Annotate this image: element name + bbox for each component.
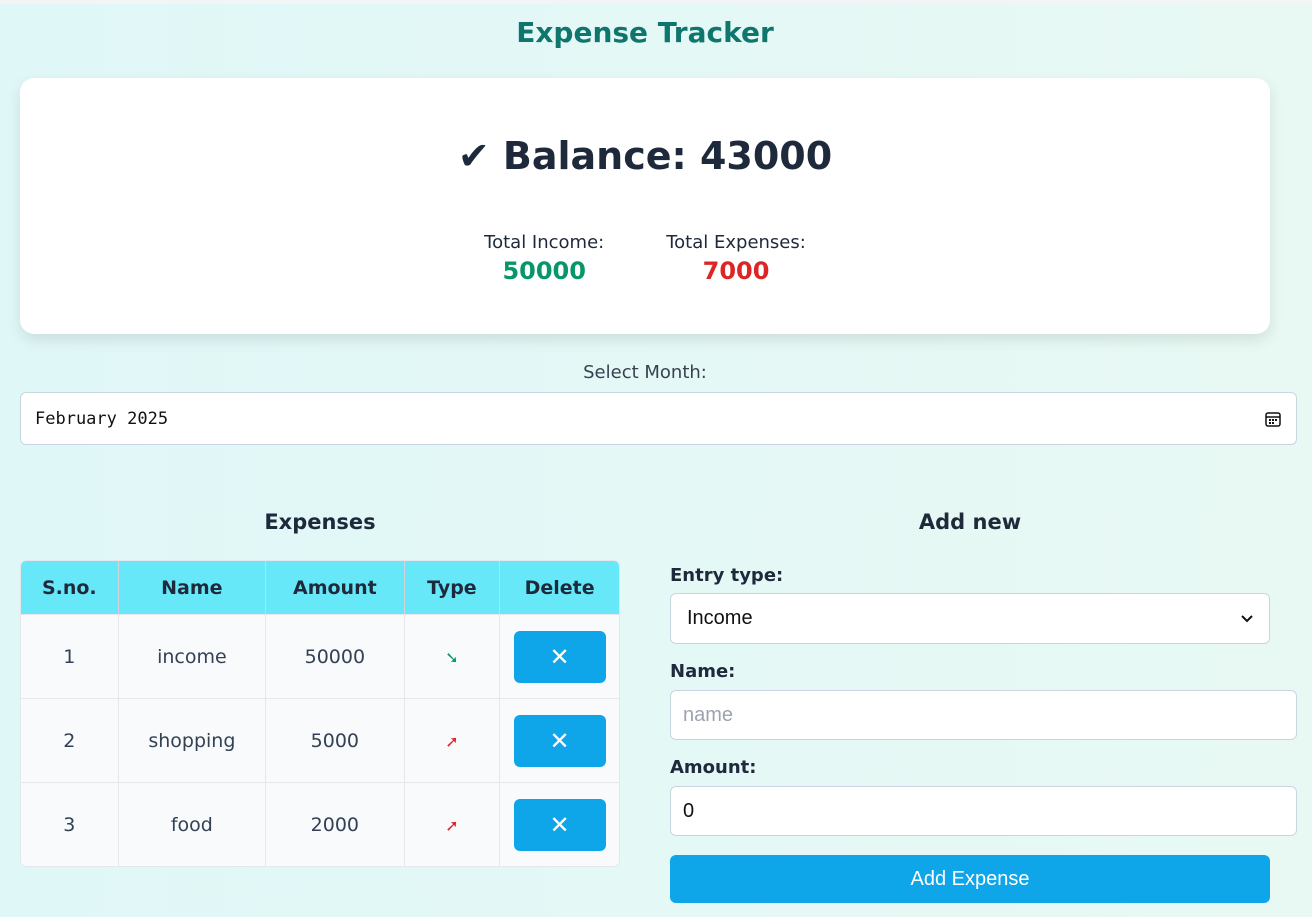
name-input[interactable]: name (670, 690, 1297, 740)
cell-sno: 2 (21, 698, 119, 782)
balance-card: ✔ Balance: 43000 Total Income: 50000 Tot… (20, 78, 1270, 334)
check-icon: ✔ (457, 134, 490, 178)
cell-type: ➚ (404, 698, 501, 782)
amount-value[interactable]: 0 (683, 800, 694, 823)
add-expense-button[interactable]: Add Expense (670, 855, 1270, 903)
total-income-value: 50000 (502, 257, 586, 285)
total-expenses-value: 7000 (702, 257, 770, 285)
cell-delete: ✕ (500, 698, 619, 782)
total-income: Total Income: 50000 (484, 232, 604, 285)
total-income-label: Total Income: (484, 232, 605, 253)
app-title: Expense Tracker (516, 16, 774, 49)
expenses-table: S.no. Name Amount Type Delete 1 income 5… (20, 560, 620, 867)
delete-button[interactable]: ✕ (513, 630, 606, 683)
col-sno: S.no. (21, 561, 119, 614)
cell-amount: 5000 (266, 698, 405, 782)
cell-amount: 50000 (266, 614, 405, 698)
col-delete: Delete (500, 561, 619, 614)
col-amount: Amount (266, 561, 405, 614)
add-new-heading: Add new (918, 510, 1022, 534)
cell-delete: ✕ (500, 782, 619, 866)
entry-type-value[interactable]: Income (687, 607, 1241, 630)
name-label: Name: (670, 661, 736, 682)
arrow-up-right-icon: ➚ (445, 815, 459, 835)
calendar-icon[interactable] (1264, 410, 1282, 428)
entry-type-select[interactable]: Income (670, 593, 1270, 644)
table-row: 3 food 2000 ➚ ✕ (21, 782, 619, 866)
amount-input[interactable]: 0 (670, 786, 1297, 836)
col-name: Name (118, 561, 267, 614)
cell-name: shopping (118, 698, 267, 782)
cell-delete: ✕ (500, 614, 619, 698)
top-border (0, 0, 1312, 4)
delete-button[interactable]: ✕ (513, 714, 606, 767)
cell-type: ➚ (404, 782, 501, 866)
total-expenses: Total Expenses: 7000 (666, 232, 806, 285)
total-expenses-label: Total Expenses: (666, 232, 806, 253)
balance-display: ✔ Balance: 43000 (20, 134, 1270, 178)
entry-type-label: Entry type: (670, 565, 784, 586)
cell-name: income (118, 614, 267, 698)
col-type: Type (404, 561, 501, 614)
month-picker[interactable]: February 2025 (20, 392, 1297, 445)
arrow-up-right-icon: ➚ (445, 731, 459, 751)
chevron-down-icon[interactable] (1241, 614, 1253, 623)
cell-sno: 3 (21, 782, 119, 866)
cell-type: ➘ (404, 614, 501, 698)
table-row: 1 income 50000 ➘ ✕ (21, 614, 619, 698)
expenses-heading: Expenses (264, 510, 376, 534)
cell-sno: 1 (21, 614, 119, 698)
month-label: Select Month: (583, 362, 707, 383)
balance-text: Balance: 43000 (502, 134, 833, 178)
totals: Total Income: 50000 Total Expenses: 7000 (20, 232, 1270, 285)
month-value[interactable]: February 2025 (35, 409, 1264, 429)
cell-name: food (118, 782, 267, 866)
cell-amount: 2000 (266, 782, 405, 866)
name-placeholder: name (683, 703, 734, 726)
arrow-down-right-icon: ➘ (445, 647, 459, 667)
table-header-row: S.no. Name Amount Type Delete (21, 561, 619, 614)
amount-label: Amount: (670, 757, 757, 778)
table-row: 2 shopping 5000 ➚ ✕ (21, 698, 619, 782)
delete-button[interactable]: ✕ (513, 798, 606, 851)
